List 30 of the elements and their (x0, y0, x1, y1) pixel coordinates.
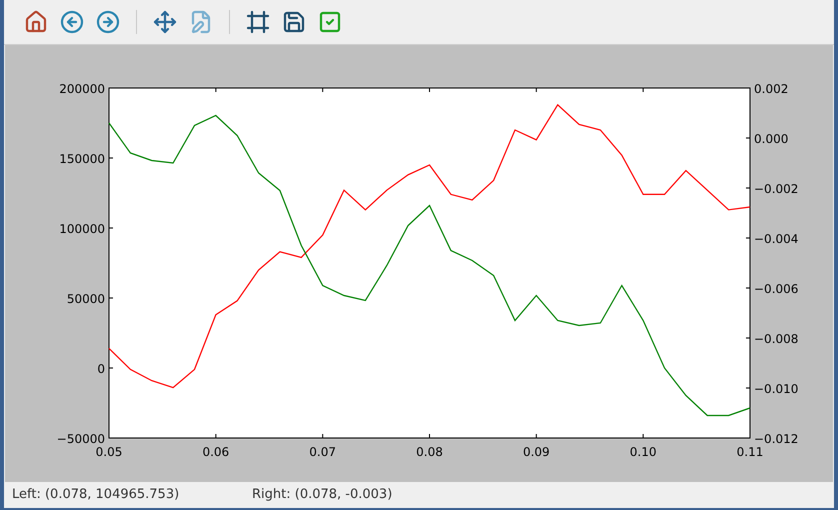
right-tick-label: −0.004 (754, 232, 798, 246)
forward-icon (96, 10, 120, 34)
y-tick-label: 100000 (59, 222, 105, 236)
right-tick-label: 0.000 (754, 132, 788, 146)
x-tick-label: 0.05 (96, 445, 122, 459)
right-tick-label: 0.002 (754, 82, 788, 96)
save-icon (282, 10, 306, 34)
right-tick-label: −0.008 (754, 332, 798, 346)
x-tick-label: 0.07 (309, 445, 336, 459)
x-tick-label: 0.10 (630, 445, 657, 459)
right-tick-label: −0.006 (754, 282, 798, 296)
right-tick-label: −0.010 (754, 382, 798, 396)
move-icon (153, 10, 177, 34)
right-tick-label: −0.002 (754, 182, 798, 196)
x-tick-label: 0.11 (736, 445, 764, 459)
left-coordinates: Left: (0.078, 104965.753) (12, 486, 180, 504)
home-icon (24, 10, 48, 34)
x-tick-label: 0.09 (522, 445, 550, 459)
right-tick-label: −0.012 (754, 432, 798, 446)
y-tick-label: 200000 (59, 82, 105, 96)
right-coordinates: Right: (0.078, -0.003) (252, 486, 392, 504)
x-tick-label: 0.06 (202, 445, 230, 459)
y-tick-label: 0 (97, 362, 105, 376)
back-icon (60, 10, 84, 34)
y-tick-label: 50000 (66, 292, 105, 306)
check-icon (318, 10, 342, 34)
y-tick-label: 150000 (59, 152, 105, 166)
x-tick-label: 0.08 (416, 445, 443, 459)
edit-icon (189, 10, 213, 34)
y-tick-label: −50000 (56, 432, 105, 446)
